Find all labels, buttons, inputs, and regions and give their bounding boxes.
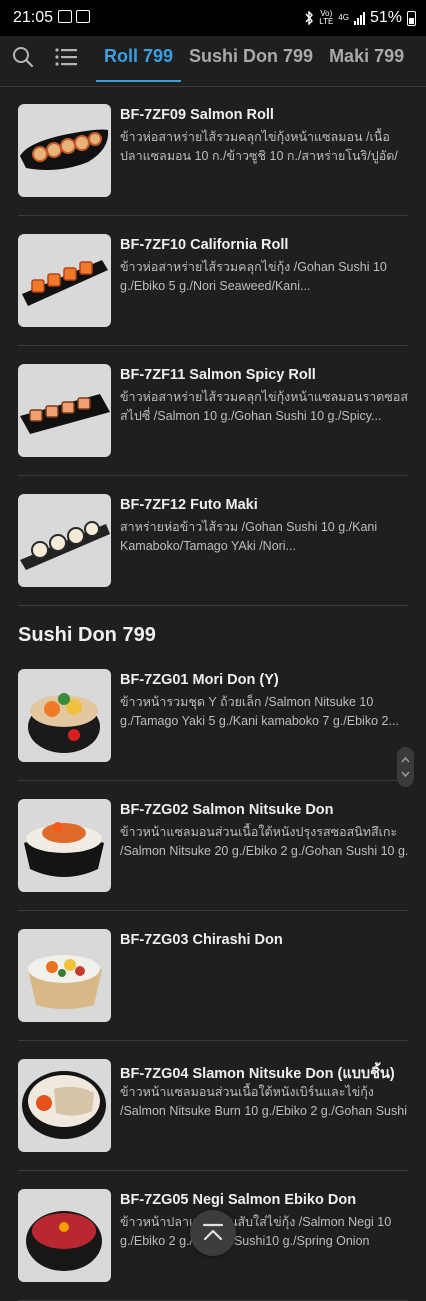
item-image — [18, 104, 111, 197]
section-title: Sushi Don 799 — [18, 624, 156, 646]
fast-scroll-handle[interactable] — [397, 747, 414, 787]
list-item[interactable]: BF-7ZG03 Chirashi Don — [18, 911, 408, 1041]
item-title: BF-7ZF10 California Roll — [120, 237, 289, 253]
bluetooth-icon — [305, 11, 314, 25]
item-title: BF-7ZG04 Slamon Nitsuke Don (แบบชิ้น) — [120, 1066, 395, 1082]
item-description: ข้าวหน้าปลาแซลมอนสับใส่ไข่กุ้ง /Salmon N… — [120, 1215, 392, 1248]
tab-roll-799[interactable]: Roll 799 — [96, 36, 182, 86]
category-bar: Roll 799 Sushi Don 799 Maki 799 — [0, 36, 426, 87]
gallery-icon — [58, 10, 72, 23]
status-time: 21:05 — [13, 9, 54, 26]
item-image — [18, 494, 111, 587]
battery-icon — [407, 10, 416, 26]
item-image — [18, 669, 111, 762]
item-description: ข้าวห่อสาหร่ายไส้รวมคลุกไข่กุ้งหน้าแซลมอ… — [120, 390, 409, 423]
item-title: BF-7ZF11 Salmon Spicy Roll — [120, 367, 316, 383]
category-tabs: Roll 799 Sushi Don 799 Maki 799 — [96, 36, 412, 86]
network-gen: 4G — [338, 13, 349, 22]
item-image — [18, 234, 111, 327]
item-image — [18, 929, 111, 1022]
menu-list: BF-7ZF09 Salmon Roll ข้าวห่อสาหร่ายไส้รว… — [0, 86, 426, 1301]
tab-maki-799[interactable]: Maki 799 — [321, 36, 412, 86]
list-item[interactable]: BF-7ZG04 Slamon Nitsuke Don (แบบชิ้น) ข้… — [18, 1041, 408, 1171]
item-title: BF-7ZF09 Salmon Roll — [120, 107, 274, 123]
list-item[interactable]: BF-7ZF12 Futo Maki สาหร่ายห่อข้าวไส้รวม … — [18, 476, 408, 606]
gmail-icon — [76, 10, 90, 23]
tab-sushi-don-799[interactable]: Sushi Don 799 — [181, 36, 321, 86]
list-item[interactable]: BF-7ZF09 Salmon Roll ข้าวห่อสาหร่ายไส้รว… — [18, 86, 408, 216]
item-image — [18, 1059, 111, 1152]
status-bar: 21:05 Vo) LTE 4G 51% — [0, 0, 426, 36]
item-description: สาหร่ายห่อข้าวไส้รวม /Gohan Sushi 10 g./… — [120, 520, 378, 553]
item-title: BF-7ZG01 Mori Don (Y) — [120, 672, 279, 688]
list-icon[interactable] — [54, 46, 78, 68]
item-image — [18, 1189, 111, 1282]
item-description: ข้าวหน้าแซลมอนส่วนเนื้อใต้หนังปรุงรสซอสน… — [120, 825, 409, 858]
item-title: BF-7ZF12 Futo Maki — [120, 497, 258, 513]
list-item[interactable]: BF-7ZF11 Salmon Spicy Roll ข้าวห่อสาหร่า… — [18, 346, 408, 476]
item-description: ข้าวหน้ารวมชุด Y ถ้วยเล็ก /Salmon Nitsuk… — [120, 695, 399, 728]
item-image — [18, 364, 111, 457]
item-image — [18, 799, 111, 892]
item-description: ข้าวห่อสาหร่ายไส้รวมคลุกไข่กุ้งหน้าแซลมอ… — [120, 130, 398, 163]
item-title: BF-7ZG02 Salmon Nitsuke Don — [120, 802, 334, 818]
chevron-up-icon — [202, 1223, 224, 1241]
status-right: Vo) LTE 4G 51% — [304, 9, 416, 27]
network-type: Vo) LTE — [319, 9, 334, 26]
list-item[interactable]: BF-7ZG02 Salmon Nitsuke Don ข้าวหน้าแซลม… — [18, 781, 408, 911]
item-description: ข้าวหน้าแซลมอนส่วนเนื้อใต้หนังเบิร์นและไ… — [120, 1085, 407, 1118]
item-title: BF-7ZG03 Chirashi Don — [120, 932, 283, 948]
battery-percent: 51% — [369, 9, 402, 26]
list-item[interactable]: BF-7ZG01 Mori Don (Y) ข้าวหน้ารวมชุด Y ถ… — [18, 651, 408, 781]
scroll-top-button[interactable] — [190, 1210, 236, 1256]
item-description: ข้าวห่อสาหร่ายไส้รวมคลุกไข่กุ้ง /Gohan S… — [120, 260, 387, 293]
signal-icon — [353, 11, 365, 25]
notification-icons — [58, 10, 90, 23]
search-icon[interactable] — [12, 46, 34, 68]
list-item[interactable]: BF-7ZF10 California Roll ข้าวห่อสาหร่ายไ… — [18, 216, 408, 346]
item-title: BF-7ZG05 Negi Salmon Ebiko Don — [120, 1192, 357, 1208]
